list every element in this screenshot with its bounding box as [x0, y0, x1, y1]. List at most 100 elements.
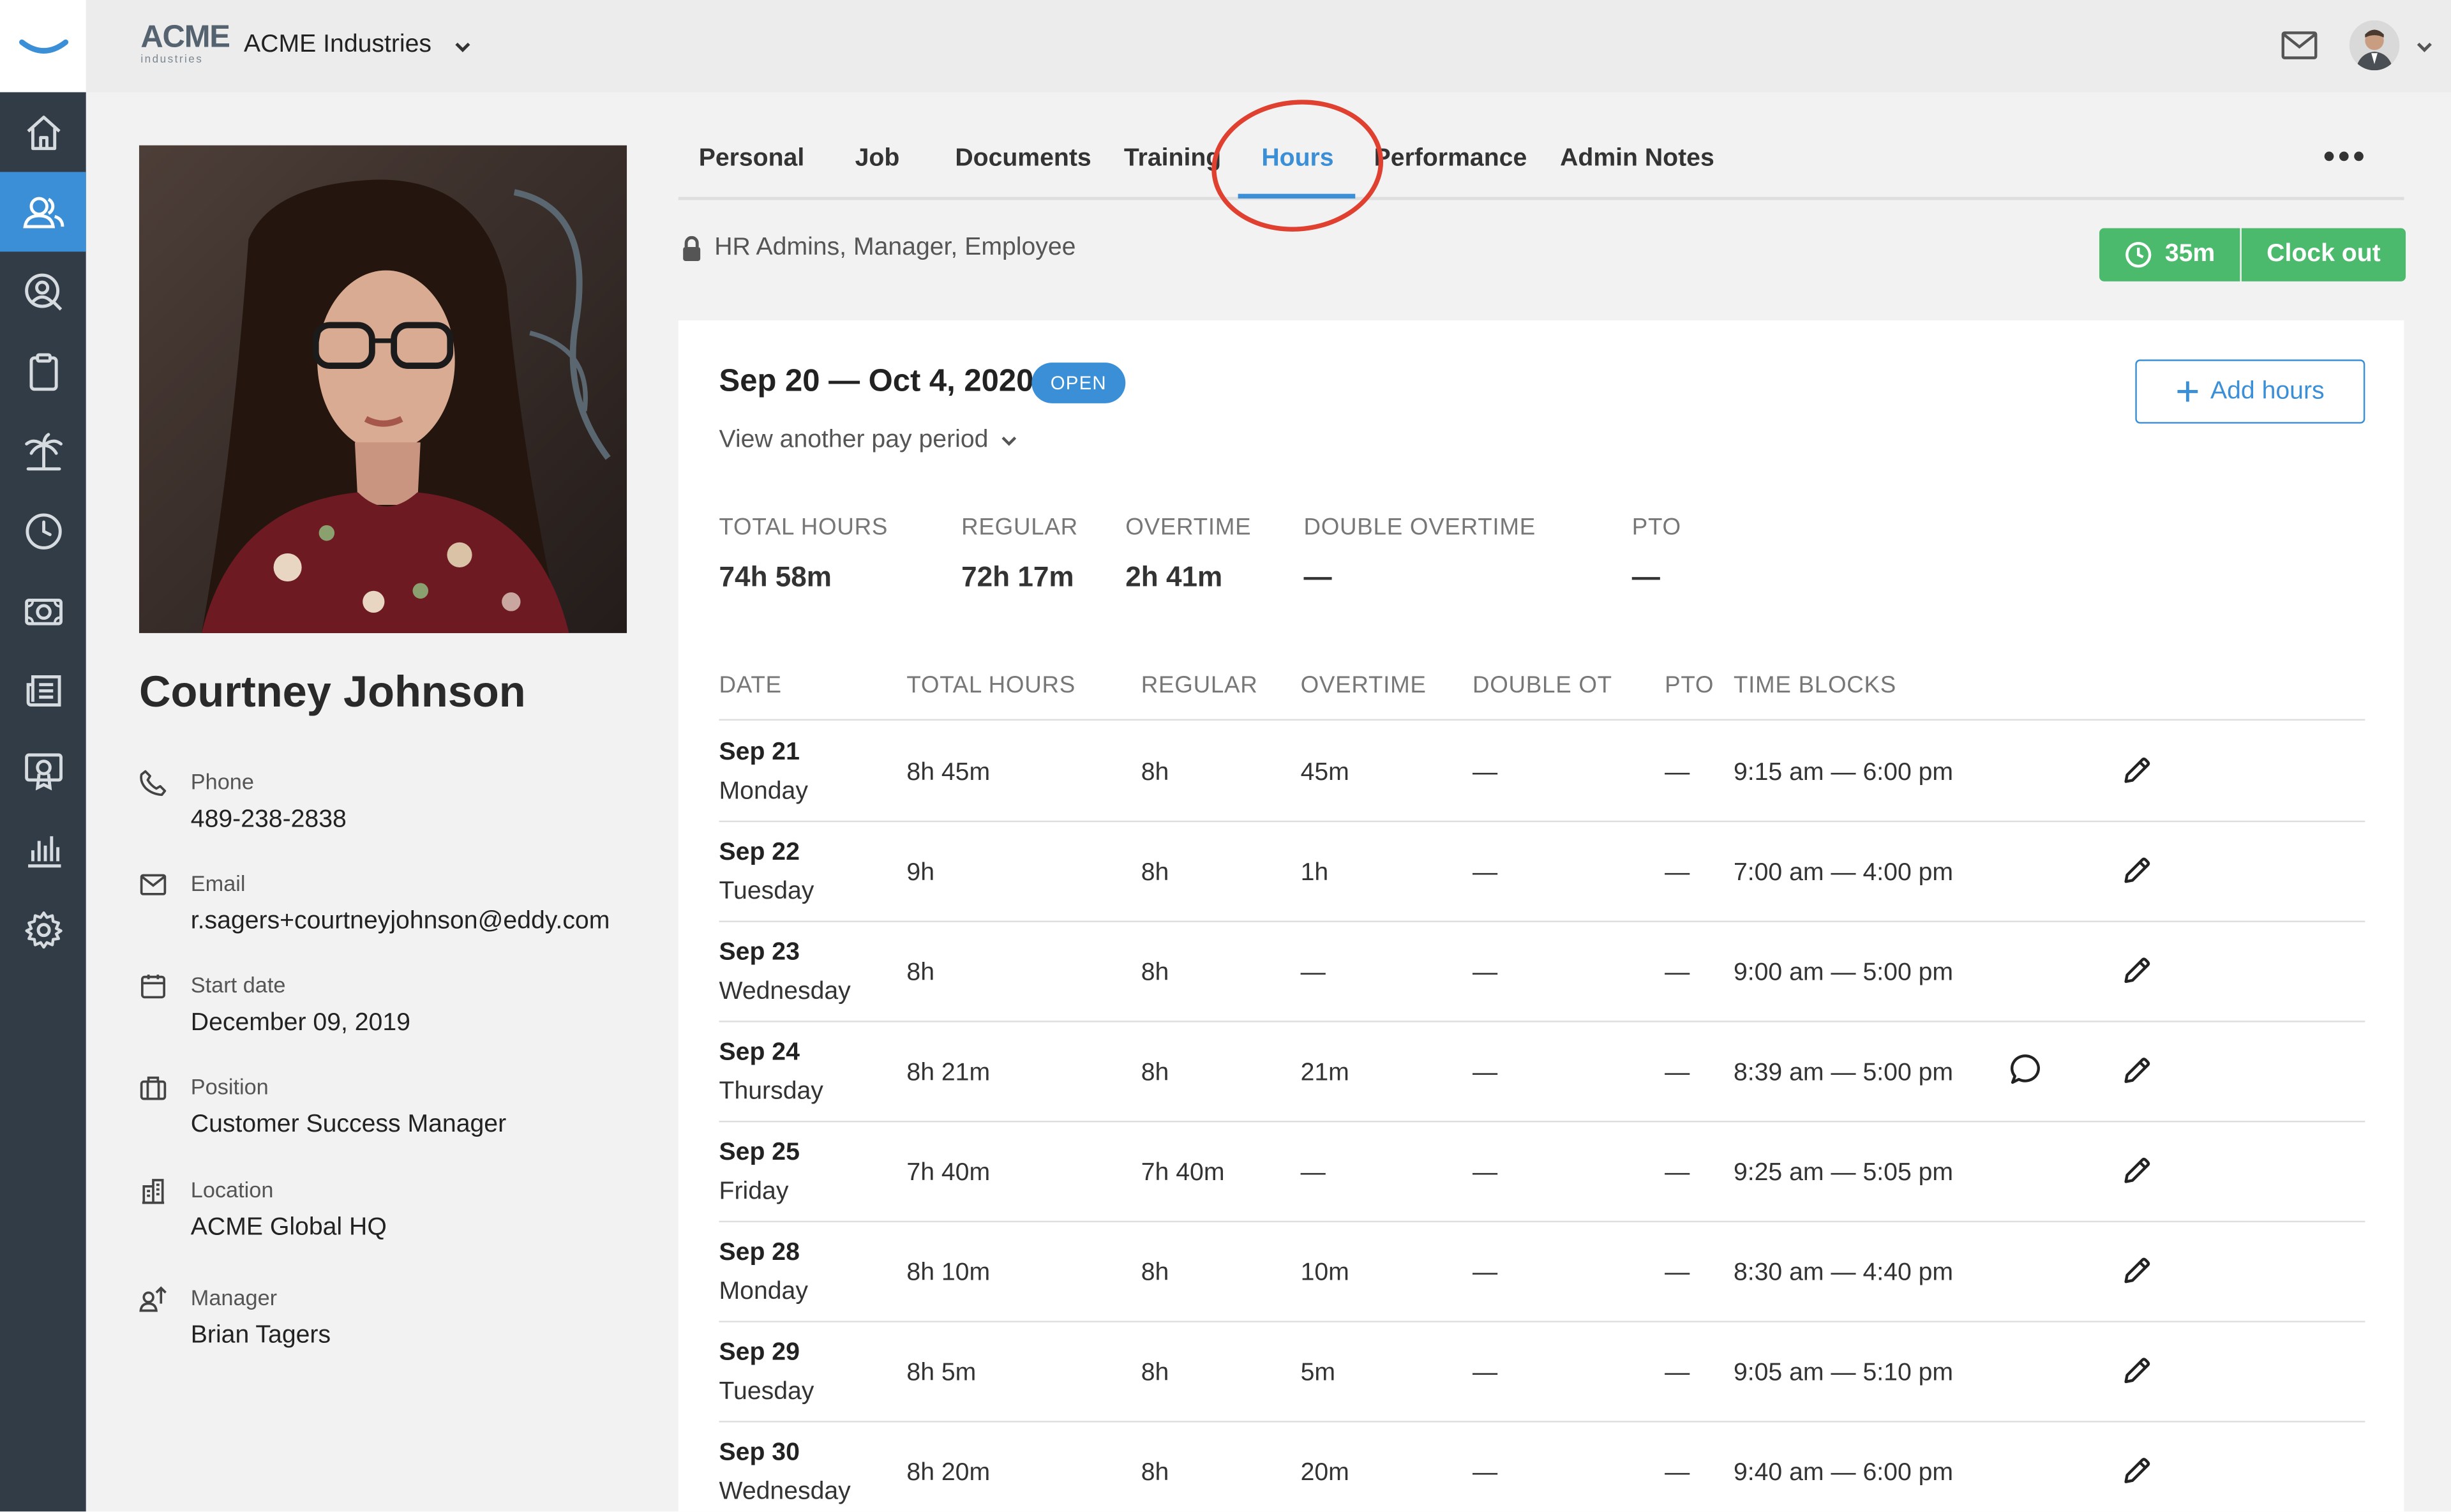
row-pto: — [1665, 1059, 1690, 1087]
company-logo: ACME industries [140, 22, 230, 66]
palm-tree-icon [24, 432, 62, 470]
edit-icon[interactable] [2121, 955, 2152, 986]
info-value[interactable]: r.sagers+courtneyjohnson@eddy.com [191, 908, 610, 936]
tab-documents[interactable]: Documents [955, 146, 1091, 174]
column-header-time-blocks[interactable]: TIME BLOCKS [1734, 672, 1896, 699]
hours-card: Sep 20 — Oct 4, 2020 OPEN View another p… [678, 320, 2404, 1512]
row-time-blocks: 9:05 am — 5:10 pm [1733, 1359, 1954, 1387]
row-regular: 7h 40m [1141, 1160, 1225, 1186]
row-date: Sep 25 [719, 1139, 800, 1166]
row-day: Tuesday [719, 878, 814, 905]
briefcase-icon [140, 1076, 167, 1100]
tab-training[interactable]: Training [1124, 146, 1221, 174]
row-date: Sep 21 [719, 739, 800, 767]
chevron-down-icon[interactable] [2415, 38, 2434, 56]
row-date: Sep 30 [719, 1439, 800, 1467]
summary-value: 72h 17m [961, 561, 1074, 593]
row-double-ot: — [1472, 760, 1498, 786]
news-icon [26, 674, 61, 706]
row-date: Sep 22 [719, 839, 800, 866]
sidebar-item-people[interactable] [0, 172, 86, 252]
column-header-double-ot[interactable]: DOUBLE OT [1473, 672, 1612, 699]
row-regular: 8h [1141, 859, 1169, 887]
tab-job[interactable]: Job [855, 146, 900, 174]
status-badge: OPEN [1031, 363, 1126, 403]
lock-icon [683, 235, 701, 260]
sidebar-item-home[interactable] [0, 92, 86, 172]
sidebar-item-training[interactable] [0, 730, 86, 810]
row-total: 8h 21m [906, 1059, 991, 1087]
row-pto: — [1665, 1259, 1690, 1287]
info-label: Location [190, 1177, 274, 1202]
row-double-ot: — [1472, 1059, 1498, 1087]
edit-icon[interactable] [2121, 855, 2152, 887]
tab-personal[interactable]: Personal [699, 146, 805, 174]
row-double-ot: — [1472, 1460, 1498, 1486]
clock-icon [2125, 242, 2152, 268]
row-pto: — [1665, 1160, 1690, 1186]
row-time-blocks: 8:30 am — 4:40 pm [1733, 1259, 1954, 1287]
comment-icon[interactable] [2009, 1052, 2043, 1086]
sidebar-item-time-off[interactable] [0, 411, 86, 491]
clock-out-button[interactable]: Clock out [2241, 228, 2406, 281]
column-header-regular[interactable]: REGULAR [1141, 672, 1258, 699]
column-header-overtime[interactable]: OVERTIME [1301, 672, 1427, 699]
tab-performance[interactable]: Performance [1374, 146, 1527, 174]
app-logo[interactable] [0, 0, 86, 93]
sidebar-item-payroll[interactable] [0, 571, 86, 650]
sidebar-item-settings[interactable] [0, 889, 86, 969]
pay-period-selector[interactable]: View another pay period [719, 427, 1018, 455]
edit-icon[interactable] [2121, 1355, 2152, 1386]
info-label: Start date [190, 972, 286, 998]
tab-admin-notes[interactable]: Admin Notes [1560, 146, 1714, 174]
building-icon [142, 1179, 165, 1204]
info-value[interactable]: Brian Tagers [191, 1322, 331, 1351]
clock-timer-value: 35m [2164, 241, 2215, 267]
row-overtime: 21m [1300, 1059, 1349, 1087]
row-total: 8h 45m [906, 760, 991, 786]
table-row: Sep 22 Tuesday 9h 8h 1h — — 7:00 am — 4:… [678, 822, 2404, 922]
sidebar-item-time[interactable] [0, 491, 86, 571]
sidebar-item-person-search[interactable] [0, 251, 86, 331]
info-value[interactable]: 489-238-2838 [191, 807, 347, 835]
clipboard-icon [29, 352, 57, 391]
row-double-ot: — [1472, 1160, 1498, 1186]
edit-icon[interactable] [2121, 1155, 2152, 1186]
column-header-date[interactable]: DATE [719, 672, 782, 699]
chevron-down-icon[interactable] [453, 38, 472, 56]
row-total: 9h [906, 859, 935, 887]
person-search-icon [24, 273, 62, 310]
row-pto: — [1665, 1460, 1690, 1486]
visibility-permissions: HR Admins, Manager, Employee [682, 234, 1076, 262]
row-day: Wednesday [719, 978, 851, 1005]
more-options-icon[interactable] [2323, 150, 2365, 163]
summary-label: TOTAL HOURS [719, 514, 888, 541]
row-date: Sep 29 [719, 1339, 800, 1366]
people-icon [22, 196, 64, 228]
row-overtime: 10m [1300, 1259, 1349, 1287]
sidebar-item-news[interactable] [0, 650, 86, 730]
permissions-text: HR Admins, Manager, Employee [714, 234, 1076, 261]
summary-label: PTO [1631, 514, 1681, 541]
add-hours-button[interactable]: Add hours [2135, 359, 2365, 424]
summary-label: REGULAR [961, 514, 1078, 541]
row-regular: 8h [1141, 1059, 1169, 1087]
edit-icon[interactable] [2121, 1255, 2152, 1287]
column-header-pto[interactable]: PTO [1665, 672, 1714, 699]
edit-icon[interactable] [2121, 1455, 2152, 1486]
row-double-ot: — [1472, 959, 1498, 987]
certificate-icon [24, 752, 62, 790]
column-header-total-hours[interactable]: TOTAL HOURS [906, 672, 1076, 699]
user-avatar[interactable] [2349, 20, 2400, 71]
mail-icon[interactable] [2281, 30, 2318, 61]
company-logo-subtext: industries [140, 54, 204, 66]
edit-icon[interactable] [2121, 1055, 2152, 1086]
company-switcher[interactable]: ACME Industries [244, 31, 431, 59]
row-day: Tuesday [719, 1379, 814, 1405]
sidebar-item-clipboard[interactable] [0, 331, 86, 411]
sidebar-item-reports[interactable] [0, 810, 86, 890]
clock-icon [25, 513, 61, 549]
edit-icon[interactable] [2121, 755, 2152, 786]
pay-period-range: Sep 20 — Oct 4, 2020 [719, 364, 1034, 399]
summary-value: — [1303, 561, 1332, 593]
